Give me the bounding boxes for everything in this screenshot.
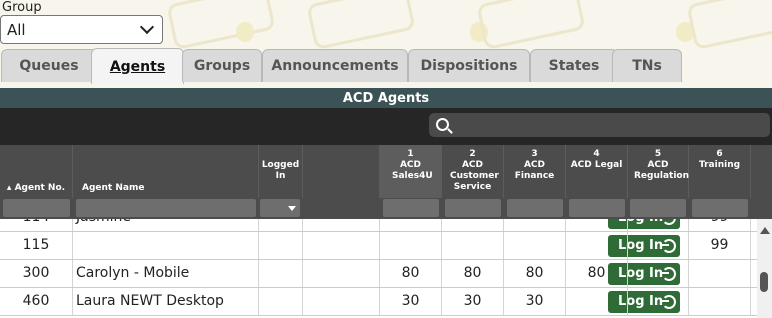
tab-agents[interactable]: Agents xyxy=(91,48,184,84)
cell-acd-4: 80 xyxy=(566,260,628,287)
cell-agent-name xyxy=(73,232,259,259)
cell-login: Log In xyxy=(303,288,680,315)
filter-logged-in[interactable] xyxy=(260,199,300,217)
cell-agent-name: Laura NEWT Desktop xyxy=(73,288,259,315)
cell-acd-6: 99 xyxy=(689,219,751,231)
cell-acd-2 xyxy=(442,232,504,259)
filter-acd-5[interactable] xyxy=(630,199,686,217)
update-watermark xyxy=(476,0,586,51)
table-row[interactable]: 460 Laura NEWT Desktop Log In 30 30 30 xyxy=(0,288,757,316)
tab-tns[interactable]: TNs xyxy=(612,49,682,82)
cell-acd-6 xyxy=(689,288,751,315)
table-row[interactable]: 115 Log In 99 xyxy=(0,232,757,260)
tab-bar: Queues Agents Groups Announcements Dispo… xyxy=(0,48,772,132)
cell-agent-no: 114 xyxy=(0,219,73,231)
col-acd-3[interactable]: 3 ACD Finance xyxy=(504,145,566,198)
tab-groups[interactable]: Groups xyxy=(182,49,262,82)
cell-acd-6: 99 xyxy=(689,232,751,259)
col-acd-1[interactable]: 1 ACD Sales4U xyxy=(380,145,442,198)
update-watermark xyxy=(166,0,276,51)
search-input[interactable] xyxy=(429,113,770,137)
tab-announcements[interactable]: Announcements xyxy=(262,49,408,82)
acd-agents-panel: ACD Agents ▴ Agent No. Agent Name Logged… xyxy=(0,88,772,318)
filter-acd-2[interactable] xyxy=(445,199,501,217)
cell-agent-name: Jasmine xyxy=(73,219,259,231)
tab-queues[interactable]: Queues xyxy=(1,49,97,82)
dropdown-arrow-icon xyxy=(288,206,296,211)
filter-row xyxy=(0,198,772,219)
cell-agent-no: 115 xyxy=(0,232,73,259)
filter-agent-no[interactable] xyxy=(3,199,70,217)
group-select-value: All xyxy=(7,20,26,39)
cell-logged-in xyxy=(259,288,303,315)
panel-toolbar xyxy=(0,108,772,145)
cell-acd-3 xyxy=(504,232,566,259)
cell-acd-5 xyxy=(628,288,689,315)
search-icon xyxy=(436,118,449,131)
col-acd-2[interactable]: 2 ACD Customer Service xyxy=(442,145,504,198)
cell-acd-2 xyxy=(442,219,504,231)
scroll-up-icon[interactable] xyxy=(760,227,770,234)
group-select[interactable]: All xyxy=(0,15,163,44)
col-agent-no[interactable]: ▴ Agent No. xyxy=(0,145,73,198)
table-header: ▴ Agent No. Agent Name Logged In 1 ACD Sa… xyxy=(0,145,772,198)
cell-acd-1 xyxy=(380,219,442,231)
cell-acd-2: 80 xyxy=(442,260,504,287)
col-login-action xyxy=(303,145,380,198)
filter-acd-1[interactable] xyxy=(383,199,439,217)
cell-agent-no: 300 xyxy=(0,260,73,287)
col-agent-name[interactable]: Agent Name xyxy=(73,145,259,198)
filter-agent-name[interactable] xyxy=(76,199,256,217)
cell-login: Log In xyxy=(303,219,680,231)
filter-acd-3[interactable] xyxy=(507,199,563,217)
scroll-thumb[interactable] xyxy=(760,272,768,292)
col-acd-5[interactable]: 5 ACD Regulation xyxy=(628,145,689,198)
cell-acd-6 xyxy=(689,260,751,287)
cell-acd-5 xyxy=(628,232,689,259)
update-watermark xyxy=(306,0,416,51)
chevron-down-icon xyxy=(139,19,155,35)
cell-acd-2: 30 xyxy=(442,288,504,315)
cell-acd-4 xyxy=(566,288,628,315)
cell-acd-5 xyxy=(628,219,689,231)
update-watermark xyxy=(686,0,772,51)
tab-states[interactable]: States xyxy=(530,49,618,82)
panel-title: ACD Agents xyxy=(0,88,772,108)
cell-agent-name: Carolyn - Mobile xyxy=(73,260,259,287)
cell-acd-4 xyxy=(566,219,628,231)
table-body: 114Jasmine Log In 99 115 Log In 99 300Carolyn … xyxy=(0,219,757,318)
cell-acd-5 xyxy=(628,260,689,287)
cell-acd-3: 30 xyxy=(504,288,566,315)
col-logged-in[interactable]: Logged In xyxy=(259,145,303,198)
table-row[interactable]: 300 Carolyn - Mobile Log In 80 80 80 80 xyxy=(0,260,757,288)
group-label: Group xyxy=(2,0,42,15)
cell-acd-3: 80 xyxy=(504,260,566,287)
cell-acd-3 xyxy=(504,219,566,231)
filter-acd-6[interactable] xyxy=(692,199,748,217)
cell-agent-no: 460 xyxy=(0,288,73,315)
cell-logged-in xyxy=(259,232,303,259)
vertical-scrollbar[interactable] xyxy=(757,219,772,318)
cell-logged-in xyxy=(259,219,303,231)
cell-acd-1: 30 xyxy=(380,288,442,315)
filter-acd-4[interactable] xyxy=(569,199,625,217)
cell-acd-4 xyxy=(566,232,628,259)
col-acd-4[interactable]: 4 ACD Legal xyxy=(566,145,628,198)
cell-login: Log In xyxy=(303,232,680,259)
tab-dispositions[interactable]: Dispositions xyxy=(408,49,530,82)
col-acd-6[interactable]: 6 Training xyxy=(689,145,751,198)
cell-acd-1 xyxy=(380,232,442,259)
table-row[interactable]: 114Jasmine Log In 99 xyxy=(0,219,757,232)
bulb-icon xyxy=(236,22,254,42)
cell-login: Log In xyxy=(303,260,680,287)
cell-acd-1: 80 xyxy=(380,260,442,287)
cell-logged-in xyxy=(259,260,303,287)
